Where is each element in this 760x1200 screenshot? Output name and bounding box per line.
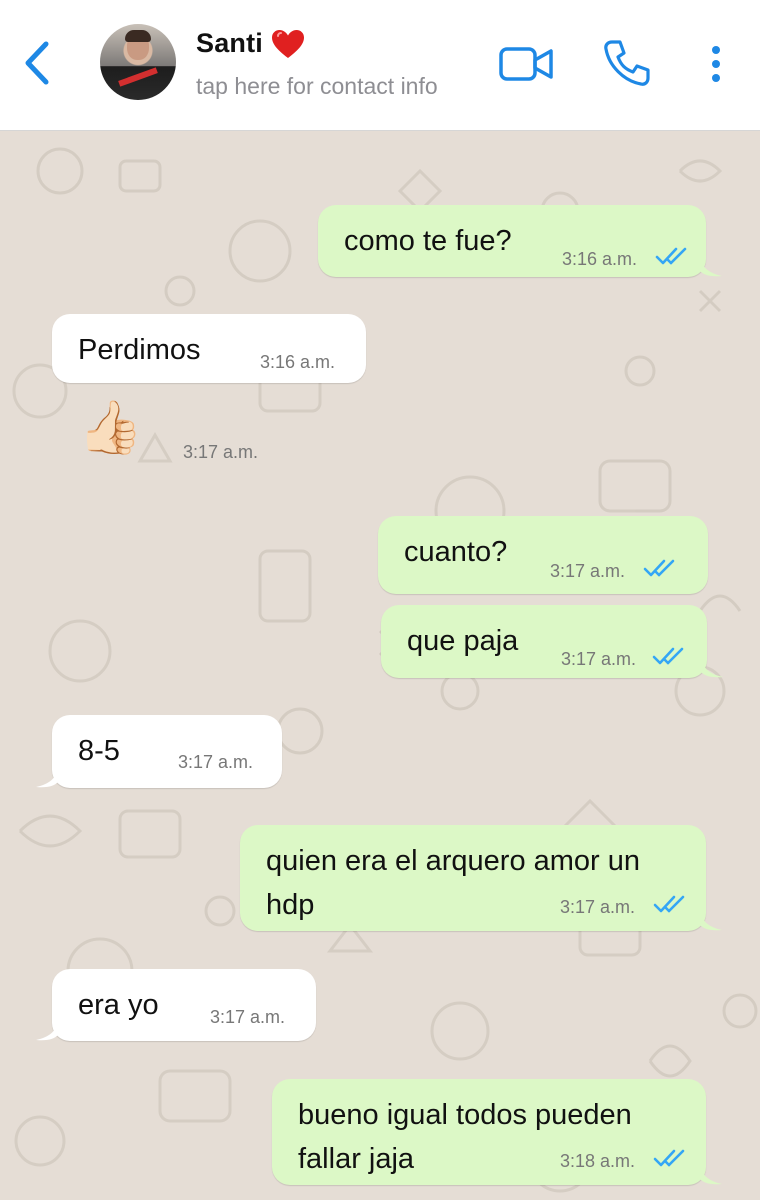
bubble-tail [701,658,723,678]
avatar[interactable] [100,24,176,100]
back-button[interactable] [18,38,58,88]
message-bubble-outgoing[interactable]: que paja 3:17 a.m. [381,605,723,678]
message-time: 3:17 a.m. [178,752,254,772]
message-time: 3:17 a.m. [561,649,637,669]
bubble-tail [700,911,722,931]
bubble-tail [700,257,722,277]
message-bubble-outgoing[interactable]: como te fue? 3:16 a.m. [318,205,722,277]
message-time: 3:17 a.m. [560,897,636,917]
message-text: era yo [78,989,159,1021]
video-call-button[interactable] [498,44,556,84]
message-bubble-outgoing[interactable]: quien era el arquero amor un hdp 3:17 a.m… [240,825,722,931]
message-time: 3:17 a.m. [550,561,626,581]
message-time: 3:16 a.m. [260,352,336,372]
message-bubble-outgoing[interactable]: cuanto? 3:17 a.m. [378,516,708,594]
message-time: 3:16 a.m. [562,249,638,269]
video-camera-icon [499,47,553,81]
contact-info-hint[interactable]: tap here for contact info [196,73,438,100]
message-time: 3:18 a.m. [560,1151,636,1171]
message-text: que paja [407,625,519,657]
bubble-tail [36,768,58,788]
message-emoji[interactable]: 👍🏻 3:17 a.m. [78,397,278,467]
message-bubble-incoming[interactable]: era yo 3:17 a.m. [36,969,316,1041]
heart-icon [272,30,304,58]
message-time: 3:17 a.m. [210,1007,286,1027]
message-bubble-incoming[interactable]: 8-5 3:17 a.m. [36,715,282,788]
message-text: Perdimos [78,334,201,366]
chat-area[interactable]: como te fue? 3:16 a.m. Perdimos 3:16 a.m. 👍🏻… [0,131,760,1200]
read-receipt-icon [643,559,675,577]
read-receipt-icon [655,247,687,265]
phone-icon [604,40,650,86]
message-text: 8-5 [78,735,120,767]
message-text: como te fue? [344,225,512,257]
bubble-tail [700,1165,722,1185]
more-options-button[interactable] [704,42,728,86]
bubble-tail [36,1021,58,1041]
chat-header: Santi tap here for contact info [0,0,760,131]
read-receipt-icon [653,1149,685,1167]
message-bubble-incoming[interactable]: Perdimos 3:16 a.m. [52,314,366,383]
contact-name[interactable]: Santi [196,28,263,59]
thumbs-up-emoji: 👍🏻 [78,399,143,457]
read-receipt-icon [653,895,685,913]
read-receipt-icon [652,647,684,665]
vertical-dots-icon [712,46,720,82]
message-bubble-outgoing[interactable]: bueno igual todos pueden fallar jaja 3:18… [272,1079,722,1185]
message-text: cuanto? [404,536,508,568]
message-time: 3:17 a.m. [183,442,259,462]
chevron-left-icon [25,41,49,85]
voice-call-button[interactable] [602,38,652,88]
